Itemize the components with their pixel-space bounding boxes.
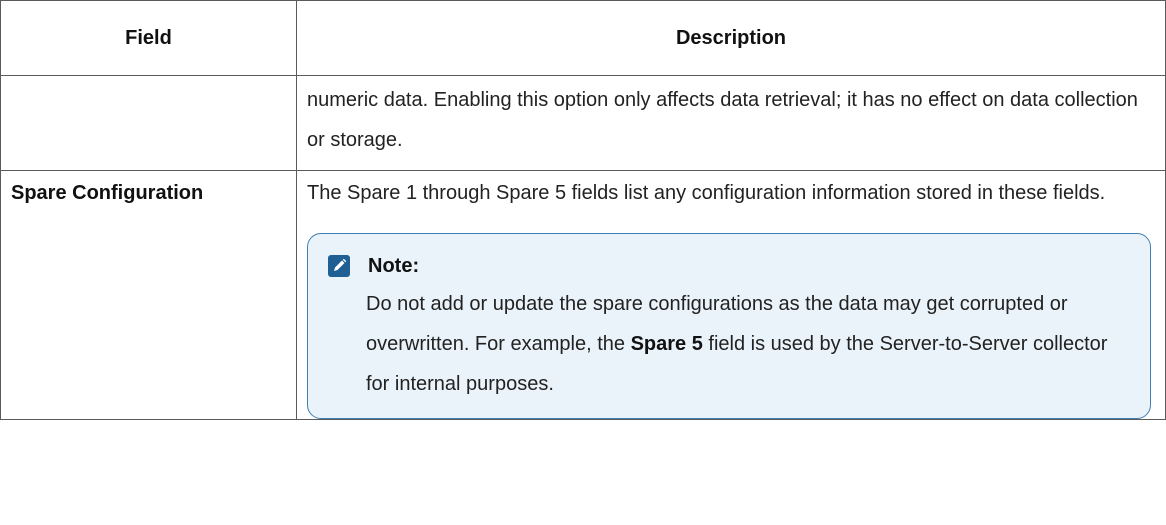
description-cell: The Spare 1 through Spare 5 fields list … xyxy=(296,170,1166,420)
description-text: The Spare 1 through Spare 5 fields list … xyxy=(307,182,1106,204)
table-header-row: Field Description xyxy=(0,0,1166,76)
field-column-header: Field xyxy=(0,0,297,76)
table-row: Spare Configuration The Spare 1 through … xyxy=(0,170,1166,420)
description-cell: numeric data. Enabling this option only … xyxy=(296,75,1166,171)
description-text: numeric data. Enabling this option only … xyxy=(307,89,1138,151)
note-pencil-icon xyxy=(328,255,350,277)
note-text-bold: Spare 5 xyxy=(630,333,703,355)
note-header: Note: xyxy=(326,248,1126,284)
note-title: Note: xyxy=(368,255,420,277)
field-cell xyxy=(0,75,297,171)
description-column-header: Description xyxy=(296,0,1166,76)
field-description-table: Field Description numeric data. Enabling… xyxy=(0,0,1166,420)
note-callout: Note: Do not add or update the spare con… xyxy=(307,233,1151,419)
field-cell: Spare Configuration xyxy=(0,170,297,420)
note-text: Do not add or update the spare configura… xyxy=(366,284,1126,404)
table-row: numeric data. Enabling this option only … xyxy=(0,75,1166,171)
